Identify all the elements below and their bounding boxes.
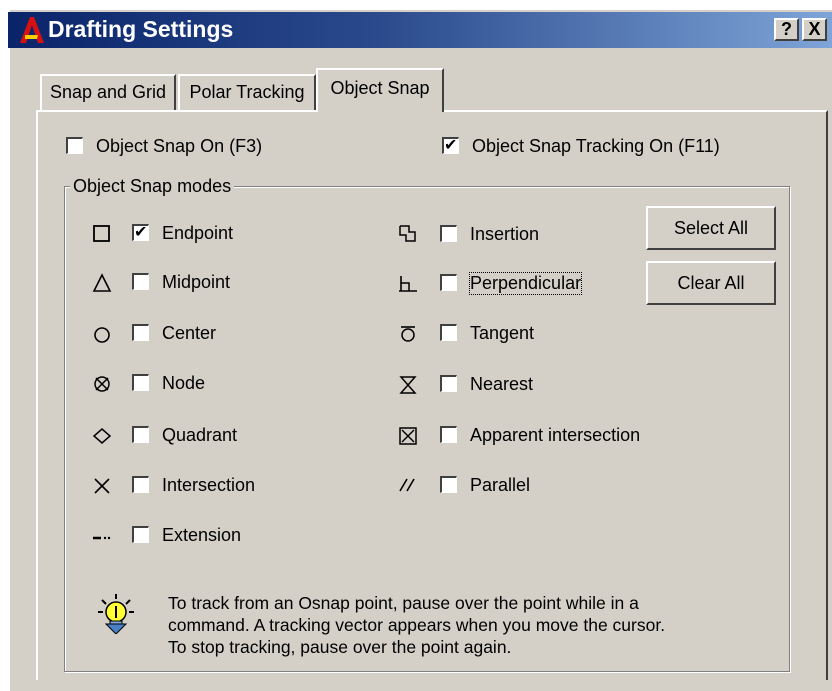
tab-snap-and-grid[interactable]: Snap and Grid xyxy=(40,74,176,110)
tab-polar-tracking[interactable]: Polar Tracking xyxy=(178,74,316,110)
window-title: Drafting Settings xyxy=(48,16,234,42)
help-button[interactable]: ? xyxy=(774,18,799,41)
close-button[interactable]: X xyxy=(802,18,827,41)
tab-object-snap[interactable]: Object Snap xyxy=(316,68,444,112)
tab-panel xyxy=(36,110,828,680)
autocad-logo-icon xyxy=(16,15,46,45)
